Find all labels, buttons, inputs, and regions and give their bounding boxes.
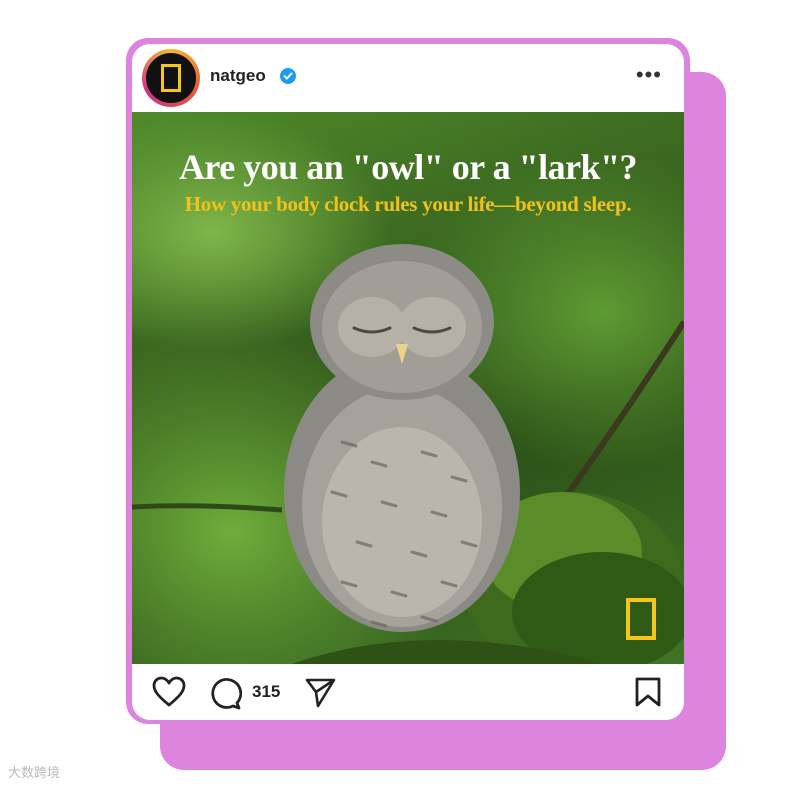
image-subheadline: How your body clock rules your life—beyo… <box>184 192 632 216</box>
verified-badge-icon <box>280 68 296 84</box>
comment-count: 315 <box>252 682 281 701</box>
heart-icon[interactable] <box>152 676 186 708</box>
post-header: natgeo ••• <box>132 44 684 112</box>
instagram-post: natgeo ••• Are you an "owl" or a "lark"?… <box>132 44 684 720</box>
bookmark-icon[interactable] <box>634 676 662 708</box>
avatar-image <box>146 53 196 103</box>
avatar[interactable] <box>142 49 200 107</box>
username[interactable]: natgeo <box>210 66 266 86</box>
action-bar: 315 <box>132 664 684 720</box>
image-headline: Are you an "owl" or a "lark"? <box>178 147 638 187</box>
send-icon[interactable] <box>304 676 336 708</box>
post-image[interactable]: Are you an "owl" or a "lark"? How your b… <box>132 112 684 664</box>
source-watermark: 大数跨境 <box>8 765 61 780</box>
comment-icon[interactable] <box>208 676 242 710</box>
natgeo-watermark-icon <box>626 598 656 640</box>
natgeo-logo-icon <box>161 64 181 92</box>
more-horizontal-icon[interactable]: ••• <box>636 62 662 88</box>
